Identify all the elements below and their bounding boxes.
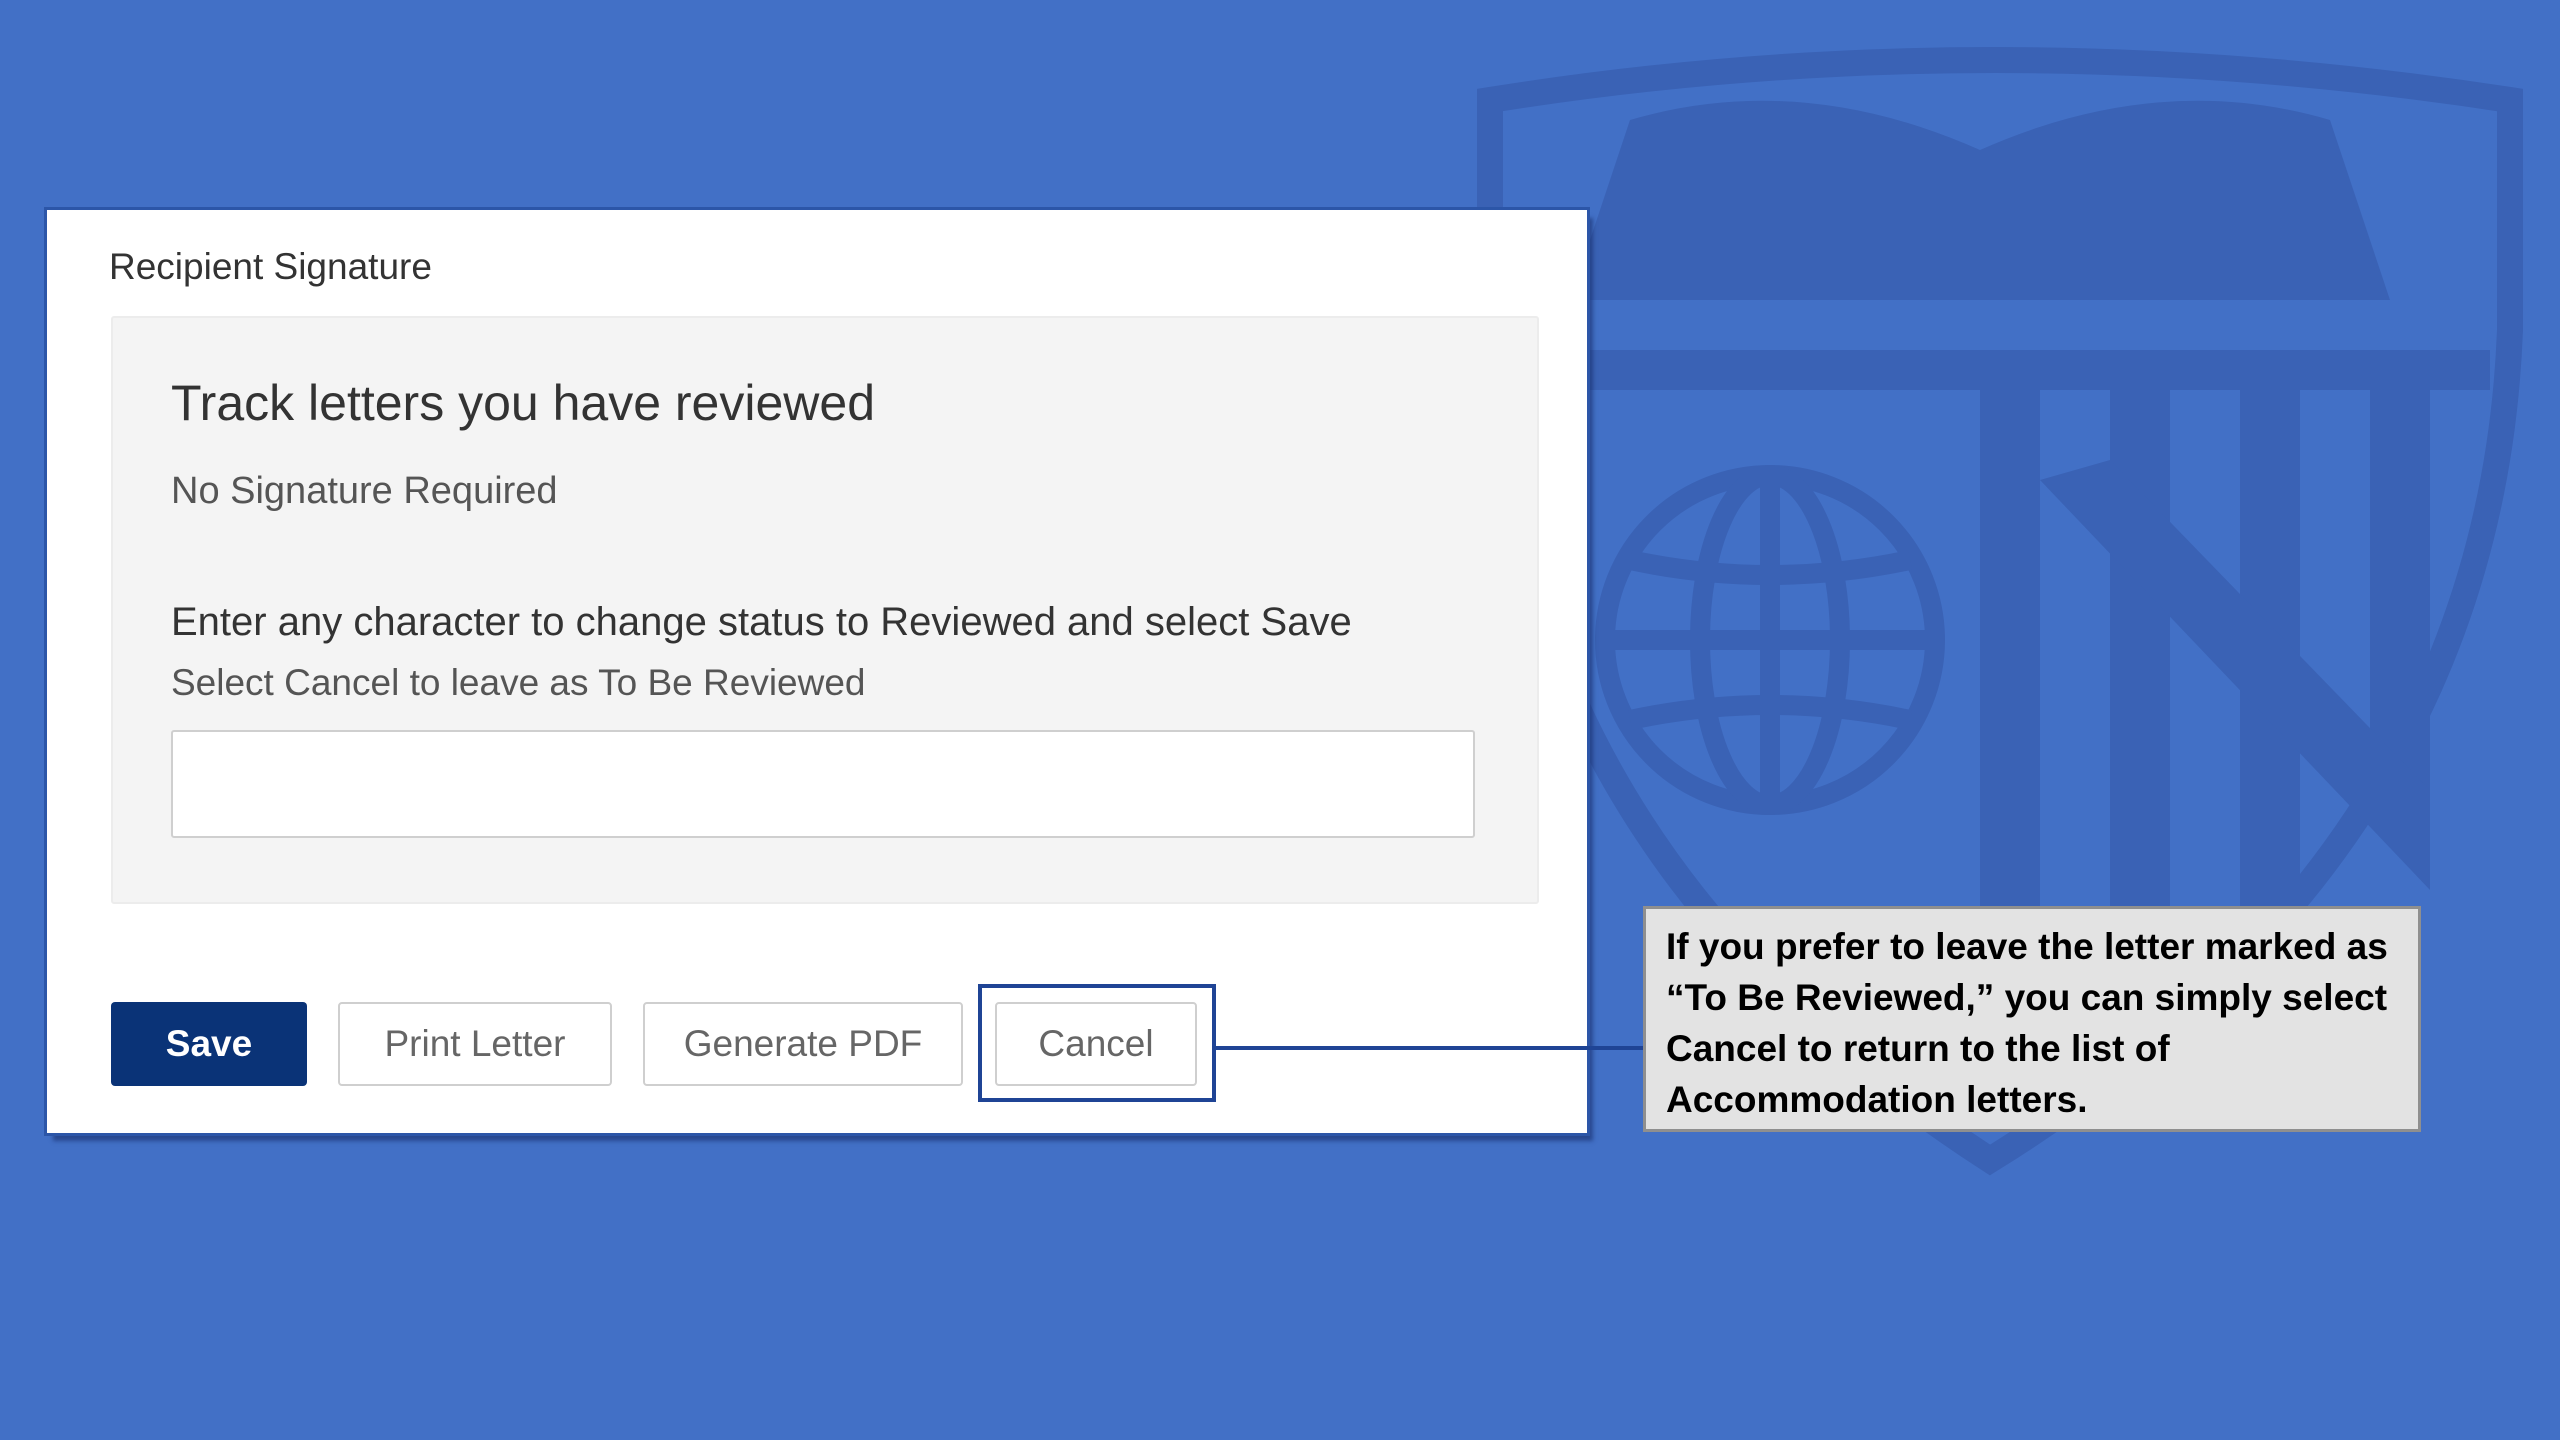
callout-text: If you prefer to leave the letter marked…: [1666, 926, 2388, 1120]
save-button[interactable]: Save: [111, 1002, 307, 1086]
cancel-hint-text: Select Cancel to leave as To Be Reviewed: [171, 662, 866, 703]
dialog-title: Recipient Signature: [109, 246, 432, 287]
print-letter-button[interactable]: Print Letter: [338, 1002, 612, 1086]
signature-status-text: No Signature Required: [171, 470, 558, 512]
signature-input[interactable]: [171, 730, 1475, 838]
instruction-text: Enter any character to change status to …: [171, 600, 1352, 644]
cancel-highlight-box: [978, 984, 1216, 1102]
generate-pdf-button[interactable]: Generate PDF: [643, 1002, 963, 1086]
callout-box: If you prefer to leave the letter marked…: [1643, 906, 2421, 1132]
panel-heading: Track letters you have reviewed: [171, 375, 876, 431]
review-panel: Track letters you have reviewed No Signa…: [111, 316, 1539, 904]
recipient-signature-dialog: Recipient Signature Track letters you ha…: [44, 207, 1590, 1136]
callout-connector-line: [1216, 1046, 1644, 1050]
